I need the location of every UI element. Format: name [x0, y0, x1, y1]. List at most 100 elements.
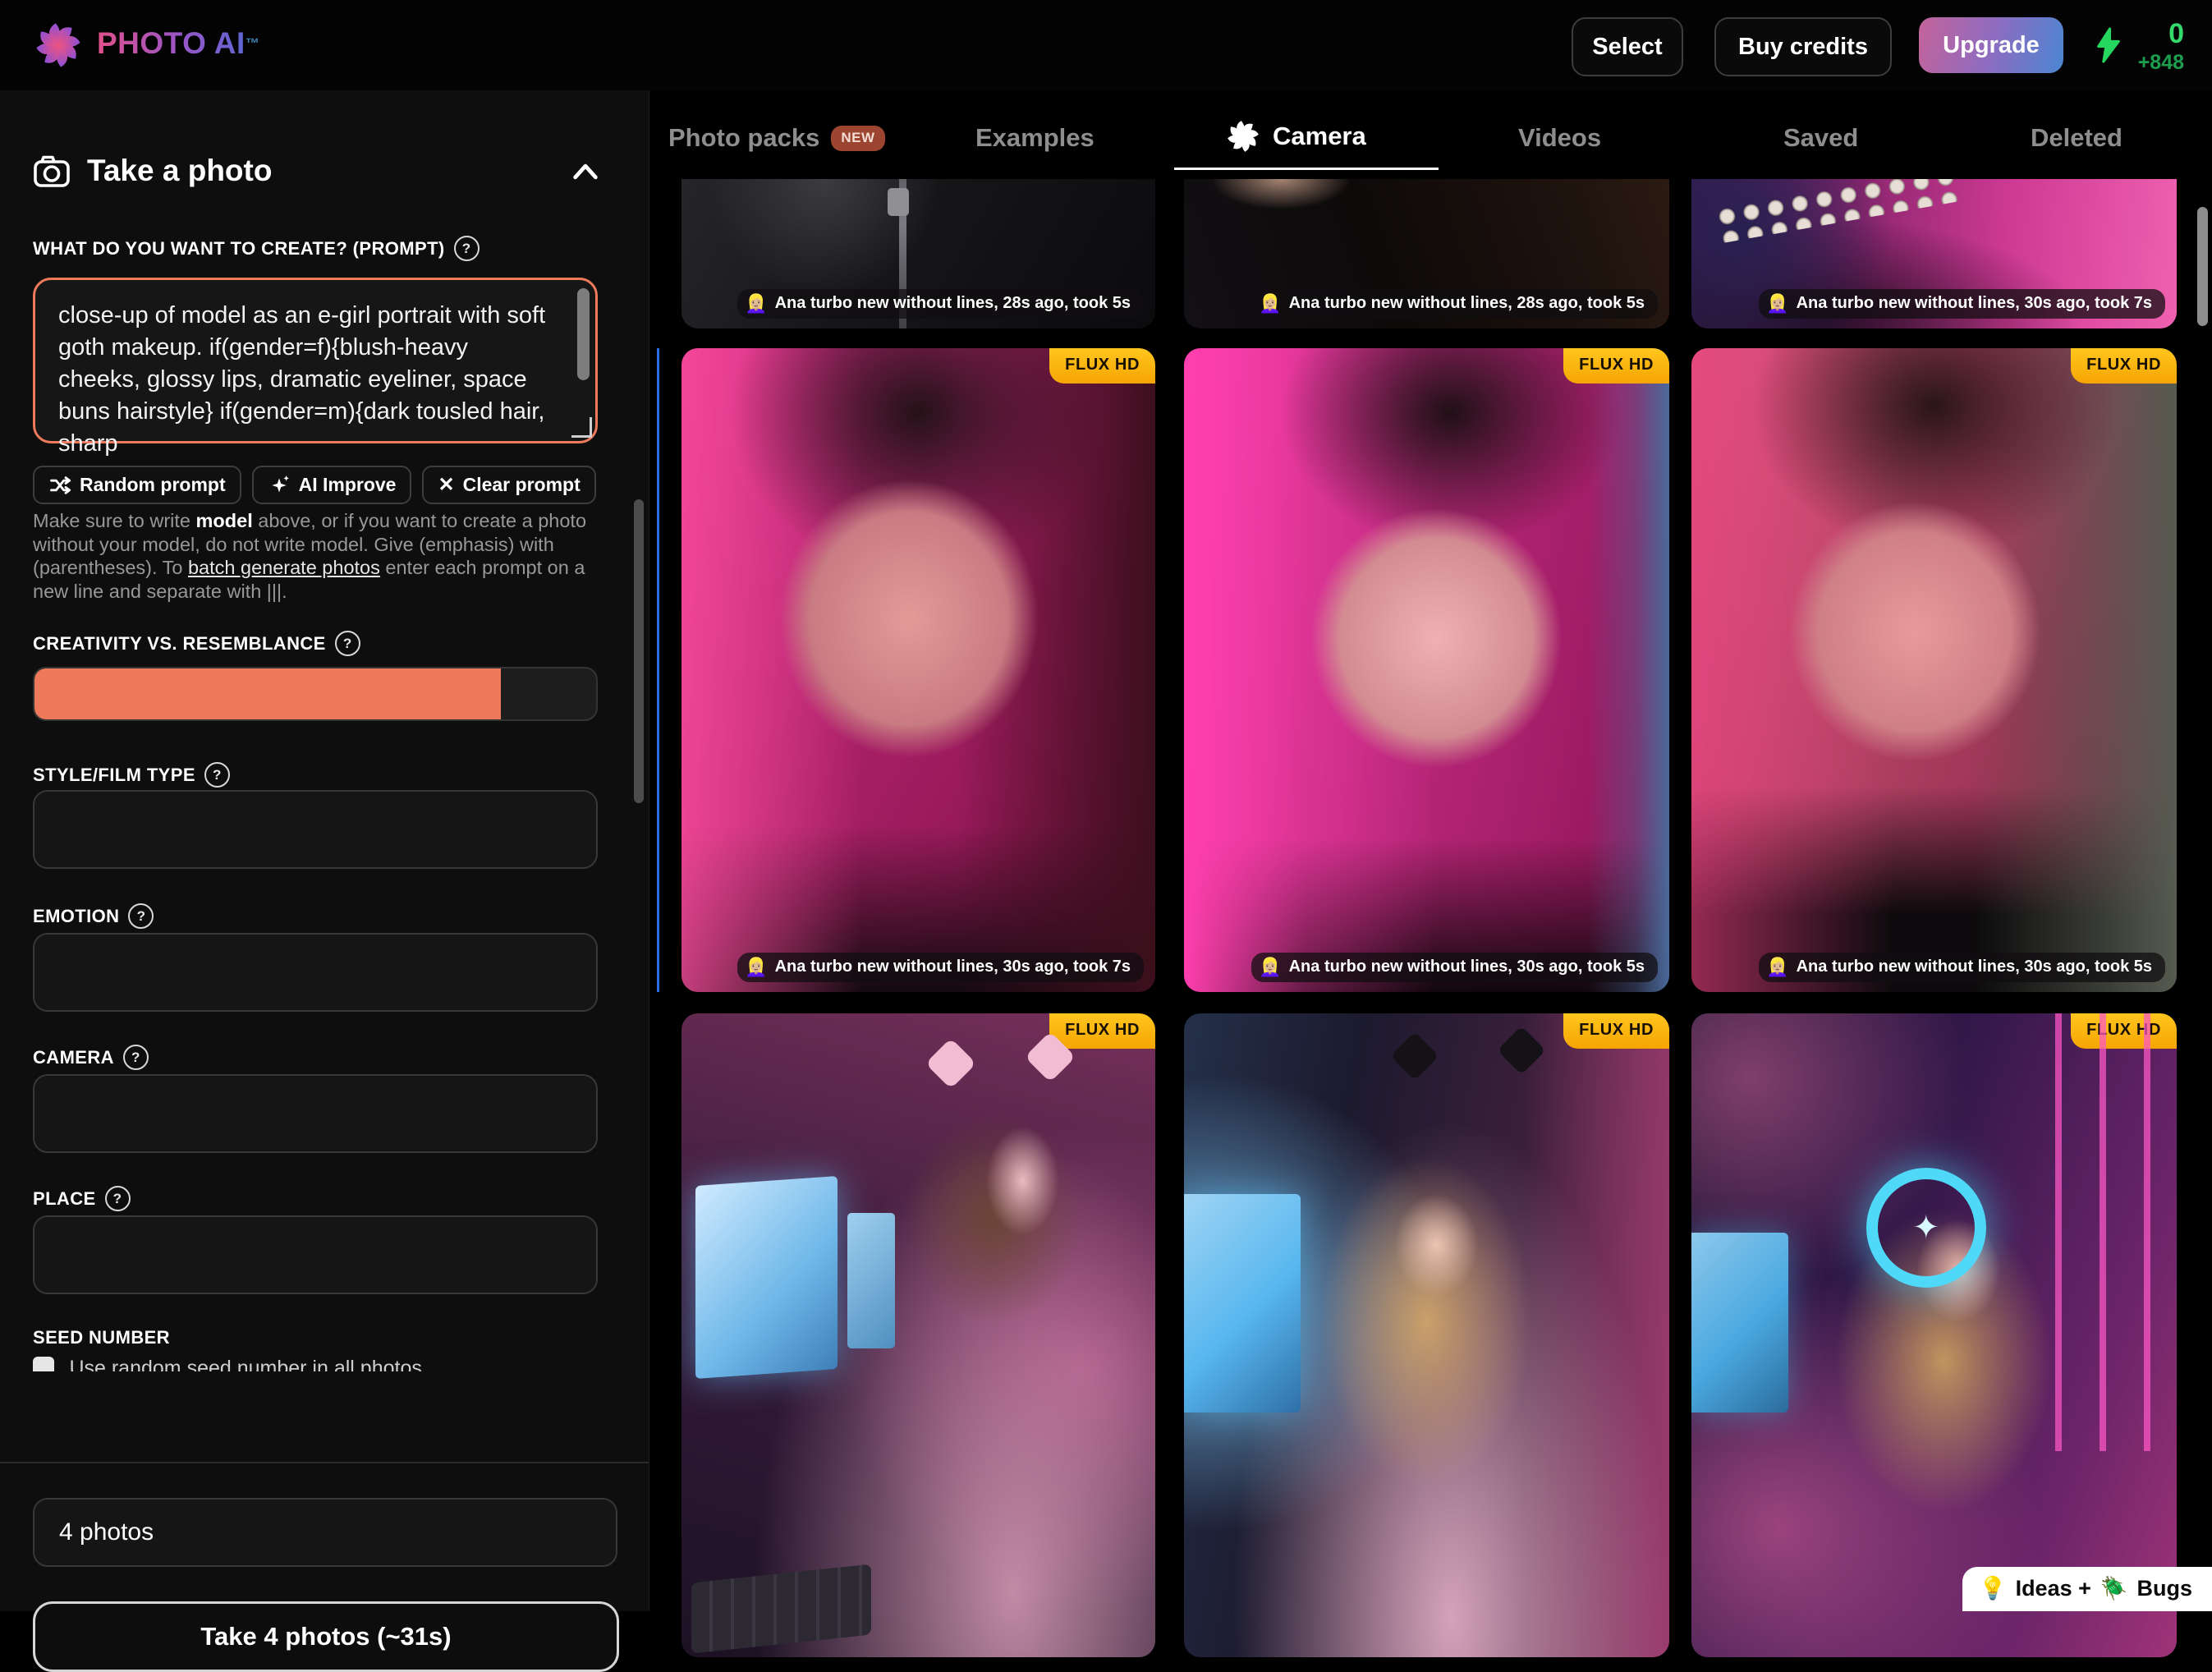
emotion-help-icon[interactable]: ? — [128, 903, 154, 929]
photo-thumbnail[interactable]: FLUX HD — [681, 1013, 1155, 1657]
photo-thumbnail[interactable]: FLUX HD 👱🏼‍♀️ Ana turbo new without line… — [1691, 348, 2177, 992]
caption-text: Ana turbo new without lines, 30s ago, to… — [1289, 958, 1645, 976]
collapse-chevron-icon[interactable] — [571, 163, 599, 185]
creativity-slider[interactable] — [33, 667, 598, 721]
photo-thumbnail[interactable]: 👱🏼‍♀️ Ana turbo new without lines, 28s a… — [1184, 179, 1669, 328]
prompt-scrollbar[interactable] — [577, 288, 590, 380]
sidebar-divider — [0, 1462, 649, 1463]
monitor-detail — [1184, 1194, 1301, 1413]
cat-ear-detail — [925, 1038, 976, 1089]
photo-caption: 👱🏼‍♀️ Ana turbo new without lines, 30s a… — [737, 953, 1144, 982]
monitor-detail — [695, 1176, 838, 1379]
sidebar-scrollbar[interactable] — [634, 499, 644, 803]
prompt-resize-handle[interactable] — [571, 417, 592, 438]
tab-deleted[interactable]: Deleted — [2031, 123, 2123, 153]
active-tab-underline — [1174, 168, 1439, 170]
glowing-headphone-detail: ✦ — [1866, 1168, 1986, 1288]
cat-ear-detail — [1497, 1026, 1545, 1074]
main-scrollbar[interactable] — [2197, 207, 2208, 326]
upgrade-button[interactable]: Upgrade — [1919, 17, 2063, 73]
monitor-detail — [1691, 1233, 1788, 1413]
buy-credits-button[interactable]: Buy credits — [1714, 17, 1892, 76]
grid-focus-indicator — [657, 348, 659, 992]
flux-hd-badge: FLUX HD — [1563, 348, 1669, 384]
caption-text: Ana turbo new without lines, 30s ago, to… — [1797, 958, 2152, 976]
style-help-icon[interactable]: ? — [204, 762, 230, 788]
camera-label-row: CAMERA ? — [33, 1045, 149, 1070]
photo-thumbnail[interactable]: 👱🏼‍♀️ Ana turbo new without lines, 30s a… — [1691, 179, 2177, 328]
random-prompt-label: Random prompt — [80, 474, 226, 496]
top-bar: PHOTO AI™ Select Buy credits Upgrade 0 +… — [0, 0, 2212, 90]
brand-wordmark[interactable]: PHOTO AI™ — [97, 26, 259, 61]
seed-label: SEED NUMBER — [33, 1327, 170, 1348]
feedback-text-2: Bugs — [2137, 1576, 2193, 1601]
caption-text: Ana turbo new without lines, 28s ago, to… — [1289, 294, 1645, 313]
help-model-word: model — [196, 510, 253, 531]
new-badge: NEW — [831, 126, 884, 151]
emotion-input[interactable] — [33, 933, 598, 1012]
photo-thumbnail[interactable]: FLUX HD ✦ — [1691, 1013, 2177, 1657]
random-prompt-button[interactable]: Random prompt — [33, 466, 241, 504]
shuffle-icon — [48, 474, 71, 497]
tab-camera-label: Camera — [1273, 122, 1366, 151]
neon-lights-detail — [2055, 1013, 2152, 1451]
seed-checkbox-row[interactable]: Use random seed number in all photos — [33, 1357, 598, 1371]
model-emoji: 👱🏼‍♀️ — [745, 958, 767, 976]
tab-photo-packs-label: Photo packs — [668, 123, 819, 153]
photo-count-value: 4 photos — [59, 1518, 154, 1546]
ai-improve-button[interactable]: AI Improve — [252, 466, 412, 504]
style-label-row: STYLE/FILM TYPE ? — [33, 762, 230, 788]
bug-icon: 🪲 — [2100, 1575, 2128, 1601]
batch-generate-link[interactable]: batch generate photos — [188, 557, 380, 578]
style-input[interactable] — [33, 790, 598, 869]
photo-count-select[interactable]: 4 photos — [33, 1498, 617, 1567]
take-photos-button[interactable]: Take 4 photos (~31s) — [33, 1601, 619, 1672]
tab-photo-packs[interactable]: Photo packs NEW — [668, 123, 885, 153]
photo-thumbnail[interactable]: FLUX HD 👱🏼‍♀️ Ana turbo new without line… — [1184, 348, 1669, 992]
prompt-textarea[interactable]: close-up of model as an e-girl portrait … — [33, 278, 598, 443]
photo-thumbnail[interactable]: FLUX HD — [1184, 1013, 1669, 1657]
prompt-actions: Random prompt AI Improve ✕ Clear prompt — [33, 466, 596, 504]
tab-saved[interactable]: Saved — [1783, 123, 1858, 153]
tab-examples[interactable]: Examples — [975, 123, 1095, 153]
feedback-text-1: Ideas + — [2016, 1576, 2091, 1601]
model-emoji: 👱🏼‍♀️ — [1766, 295, 1788, 313]
flux-hd-badge: FLUX HD — [1563, 1013, 1669, 1049]
flux-hd-badge: FLUX HD — [1049, 1013, 1155, 1049]
camera-input[interactable] — [33, 1074, 598, 1153]
photo-caption: 👱🏼‍♀️ Ana turbo new without lines, 28s a… — [737, 289, 1144, 319]
prompt-help-icon[interactable]: ? — [454, 236, 480, 261]
photo-thumbnail[interactable]: 👱🏼‍♀️ Ana turbo new without lines, 28s a… — [681, 179, 1155, 328]
style-label: STYLE/FILM TYPE — [33, 765, 195, 786]
tab-examples-label: Examples — [975, 123, 1095, 153]
tab-videos[interactable]: Videos — [1518, 123, 1601, 153]
camera-help-icon[interactable]: ? — [123, 1045, 149, 1070]
seed-checkbox[interactable] — [33, 1357, 54, 1371]
caption-text: Ana turbo new without lines, 30s ago, to… — [775, 958, 1131, 976]
seed-checkbox-label: Use random seed number in all photos — [69, 1357, 421, 1371]
cat-ear-detail — [1390, 1032, 1439, 1081]
place-input[interactable] — [33, 1215, 598, 1294]
photo-ai-logo-icon[interactable] — [33, 20, 84, 71]
tab-deleted-label: Deleted — [2031, 123, 2123, 153]
take-a-photo-panel: Take a photo WHAT DO YOU WANT TO CREATE?… — [0, 90, 649, 1611]
monitor-detail — [847, 1213, 895, 1348]
photo-caption: 👱🏼‍♀️ Ana turbo new without lines, 30s a… — [1759, 953, 2165, 982]
prompt-text: close-up of model as an e-girl portrait … — [58, 300, 551, 460]
emotion-label-row: EMOTION ? — [33, 903, 154, 929]
select-button[interactable]: Select — [1572, 17, 1683, 76]
photo-thumbnail[interactable]: FLUX HD 👱🏼‍♀️ Ana turbo new without line… — [681, 348, 1155, 992]
clear-prompt-button[interactable]: ✕ Clear prompt — [422, 466, 595, 504]
pearl-bracelet-detail — [1714, 179, 1960, 243]
model-emoji: 👱🏼‍♀️ — [745, 295, 767, 313]
feedback-button[interactable]: 💡 Ideas + 🪲 Bugs — [1962, 1567, 2212, 1611]
bulb-icon: 💡 — [1979, 1575, 2007, 1601]
photo-caption: 👱🏼‍♀️ Ana turbo new without lines, 30s a… — [1759, 289, 2165, 319]
place-help-icon[interactable]: ? — [105, 1186, 131, 1211]
clear-prompt-label: Clear prompt — [463, 474, 581, 496]
creativity-help-icon[interactable]: ? — [335, 631, 360, 656]
tab-camera[interactable]: Camera — [1225, 118, 1366, 154]
camera-tab-shutter-icon — [1225, 118, 1261, 154]
prompt-help-text: Make sure to write model above, or if yo… — [33, 509, 598, 603]
model-emoji: 👱🏼‍♀️ — [1766, 958, 1788, 976]
